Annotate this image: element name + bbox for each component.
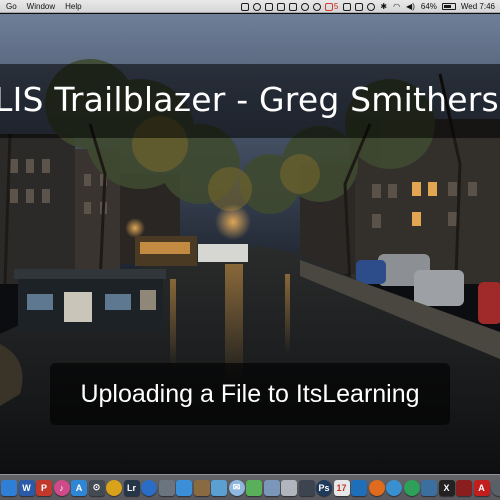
app-store-icon[interactable]: A [71,479,87,496]
calendar-icon[interactable]: 17 [333,479,350,496]
browser-icon[interactable] [141,479,157,496]
chrome-icon[interactable] [106,479,122,496]
lightroom-icon[interactable]: Lr [123,479,140,496]
globe-icon[interactable] [386,479,402,496]
menu-bar: Go Window Help 5 ✱ ◠ ◀) 64% Wed 7:46 [0,0,500,13]
dock: W P ♪ A ⊙ Lr ✉ Ps 17 X A [0,474,500,500]
clock[interactable]: Wed 7:46 [461,2,495,11]
video-subtitle: Uploading a File to ItsLearning [80,379,420,408]
sync-icon[interactable] [276,2,285,11]
app-icon-20[interactable] [351,479,367,496]
power-icon[interactable] [312,2,321,11]
photoshop-icon[interactable]: Ps [316,479,332,496]
app-icon-24[interactable] [421,479,437,496]
wifi-icon[interactable]: ◠ [393,2,400,11]
menu-window[interactable]: Window [27,0,55,13]
volume-icon[interactable]: ◀) [406,2,415,11]
app-icon-9[interactable] [158,479,175,496]
notification-count: 5 [333,2,339,11]
app-icon-28[interactable] [491,479,500,496]
record-icon[interactable] [252,2,261,11]
app-icon-menubar[interactable] [343,2,352,11]
app-icon-23[interactable] [403,479,420,496]
firefox-icon[interactable] [368,479,385,496]
app-icon-16[interactable] [281,479,297,496]
preview-icon[interactable] [263,479,280,496]
timemachine-icon[interactable] [367,2,376,11]
battery-icon[interactable] [441,3,456,10]
bluetooth-icon[interactable]: ✱ [380,2,387,11]
app-icon-11[interactable] [193,479,210,496]
app-icon-26[interactable] [456,479,472,496]
camera-icon[interactable] [240,2,249,11]
finder-icon[interactable] [1,479,17,496]
status-area: 5 ✱ ◠ ◀) 64% Wed 7:46 [239,0,498,13]
maps-icon[interactable] [246,479,262,496]
dropbox-icon[interactable] [264,2,273,11]
photo-app-icon[interactable]: P [36,479,52,496]
x-app-icon[interactable]: X [438,479,455,496]
system-icon[interactable]: ⊙ [88,479,105,496]
photos-icon[interactable] [211,479,227,496]
menu-go[interactable]: Go [6,0,17,13]
app-icon-17[interactable] [298,479,315,496]
acrobat-icon[interactable]: A [473,479,490,496]
menu-help[interactable]: Help [65,0,81,13]
battery-percent: 64% [420,2,437,11]
window-icon[interactable] [355,2,364,11]
info-icon[interactable] [300,2,309,11]
mail-icon[interactable]: ✉ [228,479,245,496]
grid-icon[interactable] [288,2,297,11]
word-icon[interactable]: W [18,479,35,496]
notification-icon[interactable] [324,2,333,11]
video-title: LIS Trailblazer - Greg Smithers [0,80,499,119]
itunes-icon[interactable]: ♪ [53,479,70,496]
safari-icon[interactable] [176,479,192,496]
